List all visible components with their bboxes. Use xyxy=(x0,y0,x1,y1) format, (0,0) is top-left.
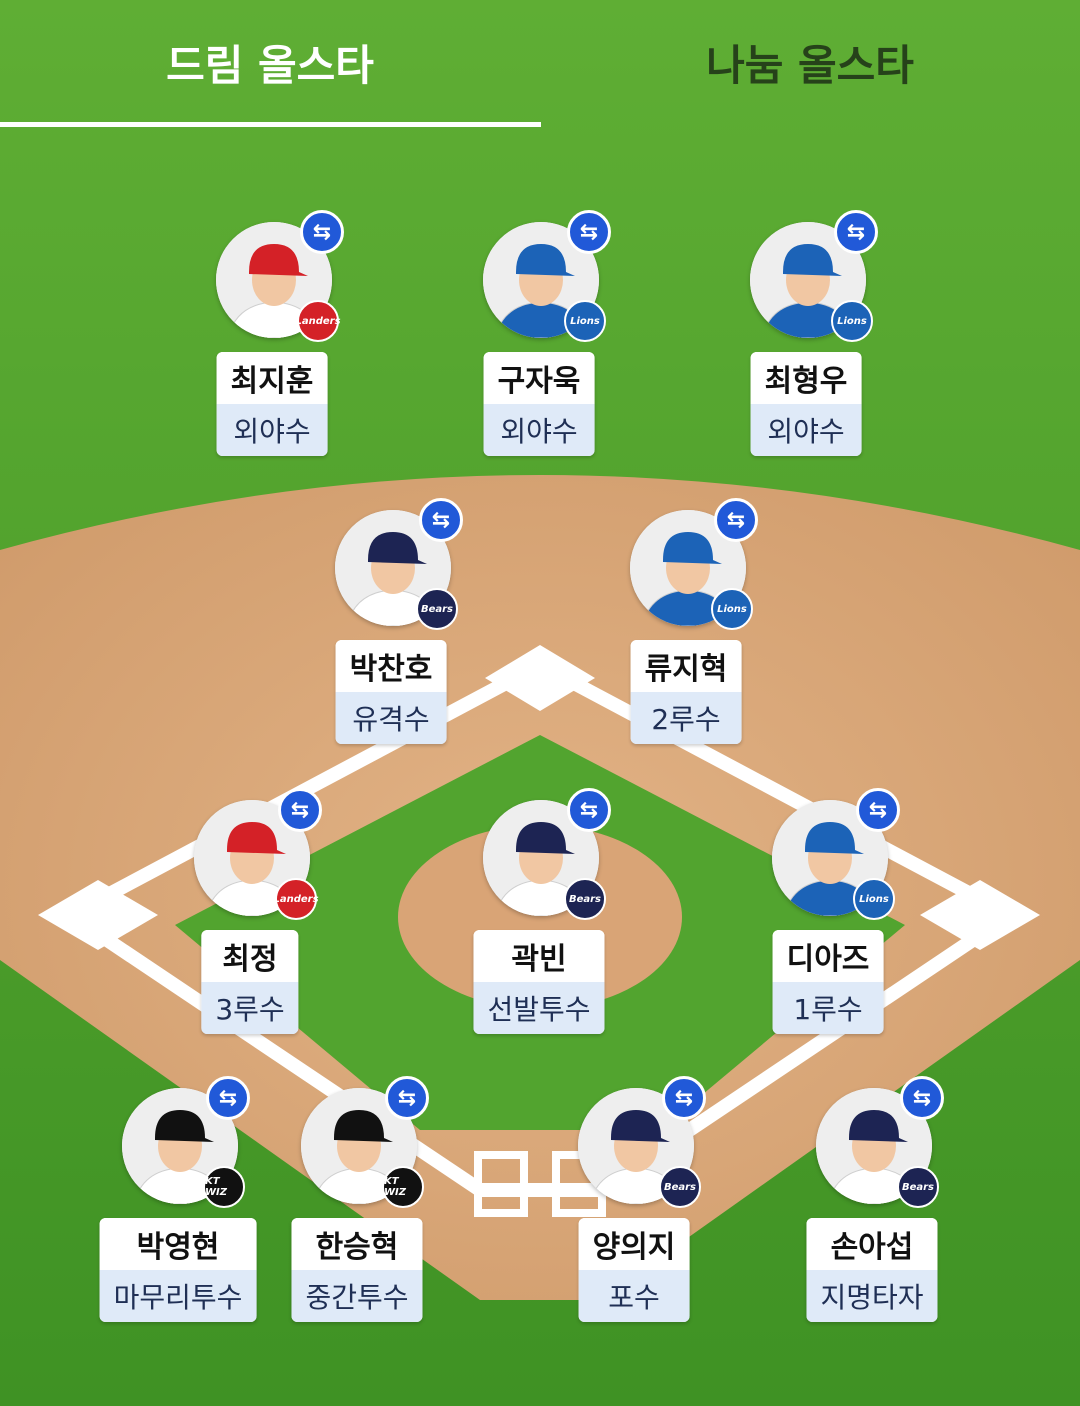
swap-icon[interactable]: ⇆ xyxy=(567,210,611,254)
swap-icon[interactable]: ⇆ xyxy=(278,788,322,832)
bears-logo-icon: Bears xyxy=(416,588,458,630)
player-info-card: 최정 3루수 xyxy=(201,930,299,1034)
player-info-card: 한승혁 중간투수 xyxy=(291,1218,423,1322)
landers-logo-icon: Landers xyxy=(295,300,341,342)
player-info-card: 구자욱 외야수 xyxy=(483,352,595,456)
player-name: 류지혁 xyxy=(630,640,742,692)
player-position: 마무리투수 xyxy=(99,1270,257,1322)
swap-icon[interactable]: ⇆ xyxy=(834,210,878,254)
bears-logo-icon: Bears xyxy=(897,1166,939,1208)
player-name: 한승혁 xyxy=(291,1218,423,1270)
player-name: 구자욱 xyxy=(483,352,595,404)
swap-icon[interactable]: ⇆ xyxy=(900,1076,944,1120)
lions-logo-icon: Lions xyxy=(831,300,873,342)
player-info-card: 디아즈 1루수 xyxy=(772,930,884,1034)
swap-icon[interactable]: ⇆ xyxy=(206,1076,250,1120)
player-name: 박찬호 xyxy=(335,640,447,692)
player-name: 손아섭 xyxy=(806,1218,938,1270)
player-position: 유격수 xyxy=(335,692,447,744)
player-info-card: 박찬호 유격수 xyxy=(335,640,447,744)
player-name: 최형우 xyxy=(750,352,862,404)
player-name: 박영현 xyxy=(99,1218,257,1270)
player-info-card: 양의지 포수 xyxy=(578,1218,690,1322)
bears-logo-icon: Bears xyxy=(564,878,606,920)
player-position: 외야수 xyxy=(750,404,862,456)
player-name: 양의지 xyxy=(578,1218,690,1270)
active-tab-indicator xyxy=(0,122,541,127)
player-info-card: 박영현 마무리투수 xyxy=(99,1218,257,1322)
tab-dream-all-star[interactable]: 드림 올스타 xyxy=(0,0,540,124)
player-info-card: 최형우 외야수 xyxy=(750,352,862,456)
swap-icon[interactable]: ⇆ xyxy=(662,1076,706,1120)
lions-logo-icon: Lions xyxy=(853,878,895,920)
player-info-card: 류지혁 2루수 xyxy=(630,640,742,744)
player-position: 외야수 xyxy=(216,404,328,456)
ktwiz-logo-icon: KT WIZ xyxy=(382,1166,424,1208)
player-position: 중간투수 xyxy=(291,1270,423,1322)
swap-icon[interactable]: ⇆ xyxy=(300,210,344,254)
lions-logo-icon: Lions xyxy=(564,300,606,342)
landers-logo-icon: Landers xyxy=(273,878,319,920)
player-name: 디아즈 xyxy=(772,930,884,982)
player-position: 3루수 xyxy=(201,982,299,1034)
player-name: 곽빈 xyxy=(473,930,605,982)
player-position: 지명타자 xyxy=(806,1270,938,1322)
player-info-card: 손아섭 지명타자 xyxy=(806,1218,938,1322)
swap-icon[interactable]: ⇆ xyxy=(419,498,463,542)
player-info-card: 곽빈 선발투수 xyxy=(473,930,605,1034)
player-position: 1루수 xyxy=(772,982,884,1034)
swap-icon[interactable]: ⇆ xyxy=(567,788,611,832)
ktwiz-logo-icon: KT WIZ xyxy=(203,1166,245,1208)
all-star-tabs: 드림 올스타 나눔 올스타 xyxy=(0,0,1080,128)
player-position: 2루수 xyxy=(630,692,742,744)
player-position: 포수 xyxy=(578,1270,690,1322)
player-position: 선발투수 xyxy=(473,982,605,1034)
lions-logo-icon: Lions xyxy=(711,588,753,630)
player-name: 최정 xyxy=(201,930,299,982)
swap-icon[interactable]: ⇆ xyxy=(856,788,900,832)
player-position: 외야수 xyxy=(483,404,595,456)
player-name: 최지훈 xyxy=(216,352,328,404)
swap-icon[interactable]: ⇆ xyxy=(714,498,758,542)
swap-icon[interactable]: ⇆ xyxy=(385,1076,429,1120)
player-info-card: 최지훈 외야수 xyxy=(216,352,328,456)
tab-nanum-all-star[interactable]: 나눔 올스타 xyxy=(540,0,1080,124)
lineup-screen: 드림 올스타 나눔 올스타 ⇆ Landers 최지훈 외야수 ⇆ Lions 구자욱 외야수… xyxy=(0,0,1080,1406)
bears-logo-icon: Bears xyxy=(659,1166,701,1208)
